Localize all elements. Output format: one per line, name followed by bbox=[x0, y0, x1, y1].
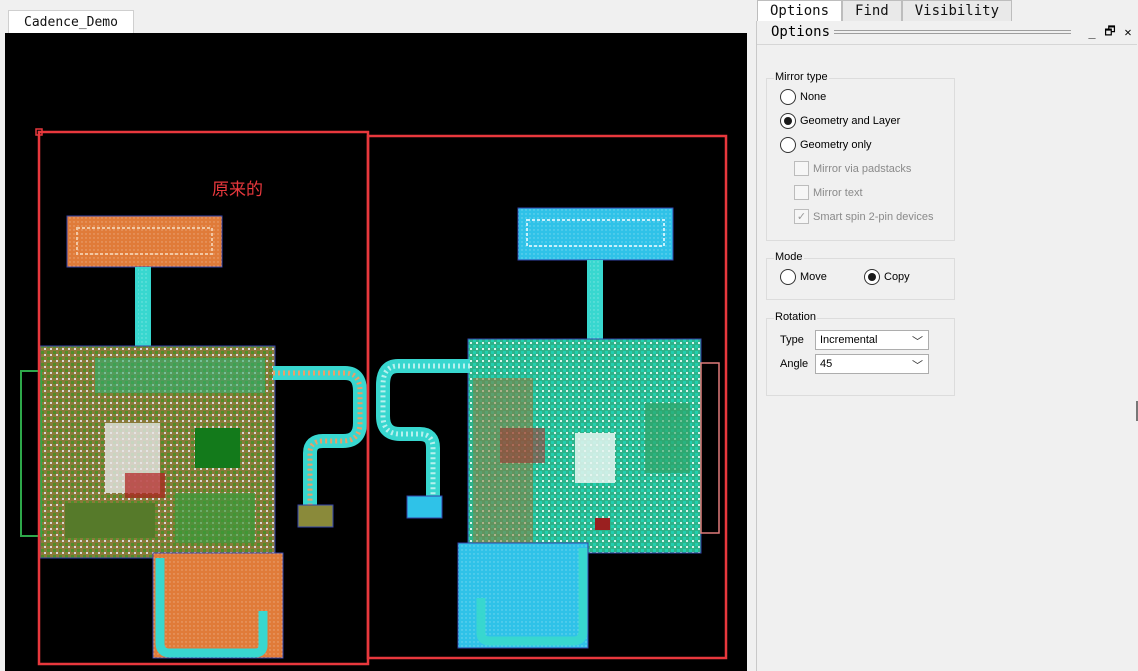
close-icon[interactable]: ✕ bbox=[1119, 25, 1137, 39]
checkbox-icon[interactable] bbox=[794, 161, 809, 176]
radio-label: Copy bbox=[884, 271, 910, 283]
radio-move[interactable]: Move bbox=[780, 269, 827, 285]
radio-checked-icon[interactable] bbox=[780, 113, 796, 129]
panel-title: Options bbox=[771, 24, 831, 40]
checkbox-mirror-via-padstacks[interactable]: Mirror via padstacks bbox=[794, 161, 911, 176]
options-panel: Options _ 🗗 ✕ Mirror type None Geometry … bbox=[756, 21, 1138, 671]
rotation-type-label: Type bbox=[780, 334, 804, 346]
panel-header: Options _ 🗗 ✕ bbox=[757, 21, 1137, 43]
radio-geometry-only[interactable]: Geometry only bbox=[780, 137, 872, 153]
tab-cadence-demo[interactable]: Cadence_Demo bbox=[8, 10, 134, 33]
tab-options[interactable]: Options bbox=[757, 0, 843, 21]
panel-grip[interactable] bbox=[834, 30, 1071, 34]
radio-label: Geometry only bbox=[800, 139, 872, 151]
mode-title: Mode bbox=[774, 251, 804, 263]
radio-label: None bbox=[800, 91, 827, 103]
rotation-type-value: Incremental bbox=[820, 334, 878, 346]
mirror-type-title: Mirror type bbox=[774, 71, 829, 83]
radio-geometry-and-layer[interactable]: Geometry and Layer bbox=[780, 113, 900, 129]
checkbox-label: Mirror text bbox=[813, 186, 863, 199]
annotation-original-label: 原来的 bbox=[212, 180, 263, 200]
radio-icon[interactable] bbox=[780, 269, 796, 285]
radio-copy[interactable]: Copy bbox=[864, 269, 910, 285]
checkbox-mirror-text[interactable]: Mirror text bbox=[794, 185, 863, 200]
rotation-angle-value: 45 bbox=[820, 358, 833, 370]
radio-checked-icon[interactable] bbox=[864, 269, 880, 285]
rotation-group: Rotation Type Incremental ﹀ Angle 45 ﹀ bbox=[766, 311, 955, 396]
chevron-down-icon[interactable]: ﹀ bbox=[912, 333, 923, 349]
checkbox-smart-spin[interactable]: ✓ Smart spin 2-pin devices bbox=[794, 209, 933, 224]
mirror-type-group: Mirror type None Geometry and Layer Geom… bbox=[766, 71, 955, 241]
rotation-title: Rotation bbox=[774, 311, 817, 323]
radio-label: Geometry and Layer bbox=[800, 115, 901, 127]
radio-icon[interactable] bbox=[780, 89, 796, 105]
restore-icon[interactable]: 🗗 bbox=[1101, 22, 1119, 43]
checkbox-icon[interactable] bbox=[794, 185, 809, 200]
original-board[interactable] bbox=[20, 215, 367, 659]
panel-tab-bar: Options Find Visibility bbox=[757, 0, 1013, 21]
rotation-angle-label: Angle bbox=[780, 358, 809, 370]
radio-mirror-none[interactable]: None bbox=[780, 89, 826, 105]
rotation-type-select[interactable]: Incremental ﹀ bbox=[815, 330, 929, 350]
radio-label: Move bbox=[800, 271, 827, 283]
options-form: Mirror type None Geometry and Layer Geom… bbox=[757, 44, 1137, 671]
mode-group: Mode Move Copy bbox=[766, 251, 955, 300]
chevron-down-icon[interactable]: ﹀ bbox=[912, 357, 923, 373]
checkbox-label: Smart spin 2-pin devices bbox=[813, 210, 934, 223]
minimize-icon[interactable]: _ bbox=[1083, 25, 1101, 39]
design-canvas[interactable]: 原来的 bbox=[5, 33, 747, 671]
tab-visibility[interactable]: Visibility bbox=[901, 0, 1013, 21]
copied-board[interactable] bbox=[376, 207, 720, 649]
tab-find[interactable]: Find bbox=[842, 0, 902, 21]
checkmark-icon[interactable]: ✓ bbox=[794, 209, 809, 224]
rotation-angle-select[interactable]: 45 ﹀ bbox=[815, 354, 929, 374]
checkbox-label: Mirror via padstacks bbox=[813, 162, 912, 175]
radio-icon[interactable] bbox=[780, 137, 796, 153]
